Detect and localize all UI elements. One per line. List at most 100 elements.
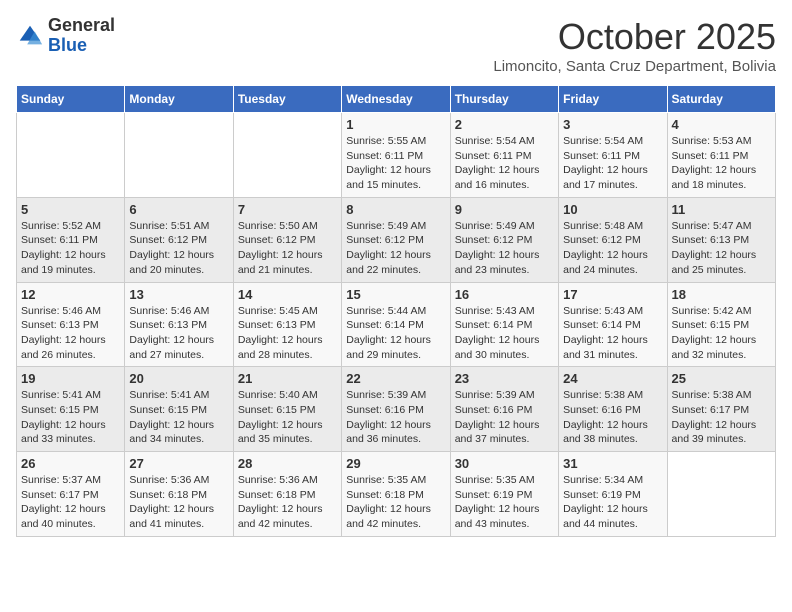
day-number: 27 (129, 456, 228, 471)
col-header-saturday: Saturday (667, 86, 775, 113)
calendar-header-row: SundayMondayTuesdayWednesdayThursdayFrid… (17, 86, 776, 113)
calendar-cell: 3Sunrise: 5:54 AM Sunset: 6:11 PM Daylig… (559, 113, 667, 198)
calendar-cell: 19 Sunrise: 5:41 AM Sunset: 6:15 PM Dayli… (17, 367, 125, 452)
col-header-thursday: Thursday (450, 86, 558, 113)
calendar-week-row: 5Sunrise: 5:52 AM Sunset: 6:11 PM Daylig… (17, 197, 776, 282)
day-number: 31 (563, 456, 662, 471)
calendar-cell: 5Sunrise: 5:52 AM Sunset: 6:11 PM Daylig… (17, 197, 125, 282)
logo-blue-text: Blue (48, 35, 87, 55)
calendar-cell: 31 Sunrise: 5:34 AM Sunset: 6:19 PM Dayli… (559, 452, 667, 537)
day-info: Sunrise: 5:34 AM Sunset: 6:19 PM Dayligh… (563, 473, 662, 532)
calendar-cell: 15 Sunrise: 5:44 AM Sunset: 6:14 PM Dayli… (342, 282, 450, 367)
calendar-cell: 7Sunrise: 5:50 AM Sunset: 6:12 PM Daylig… (233, 197, 341, 282)
day-number: 1 (346, 117, 445, 132)
day-number: 17 (563, 287, 662, 302)
day-number: 23 (455, 371, 554, 386)
calendar-cell: 11 Sunrise: 5:47 AM Sunset: 6:13 PM Dayli… (667, 197, 775, 282)
day-number: 5 (21, 202, 120, 217)
day-info: Sunrise: 5:53 AM Sunset: 6:11 PM Dayligh… (672, 134, 771, 193)
day-number: 24 (563, 371, 662, 386)
day-number: 30 (455, 456, 554, 471)
day-number: 20 (129, 371, 228, 386)
col-header-sunday: Sunday (17, 86, 125, 113)
calendar-cell: 30 Sunrise: 5:35 AM Sunset: 6:19 PM Dayli… (450, 452, 558, 537)
day-info: Sunrise: 5:45 AM Sunset: 6:13 PM Dayligh… (238, 304, 337, 363)
day-number: 9 (455, 202, 554, 217)
day-info: Sunrise: 5:35 AM Sunset: 6:19 PM Dayligh… (455, 473, 554, 532)
day-number: 11 (672, 202, 771, 217)
day-info: Sunrise: 5:46 AM Sunset: 6:13 PM Dayligh… (129, 304, 228, 363)
col-header-friday: Friday (559, 86, 667, 113)
day-number: 19 (21, 371, 120, 386)
calendar-cell: 9Sunrise: 5:49 AM Sunset: 6:12 PM Daylig… (450, 197, 558, 282)
calendar-week-row: 1 Sunrise: 5:55 AM Sunset: 6:11 PM Daylig… (17, 113, 776, 198)
day-info: Sunrise: 5:54 AM Sunset: 6:11 PM Dayligh… (455, 134, 554, 193)
day-info: Sunrise: 5:42 AM Sunset: 6:15 PM Dayligh… (672, 304, 771, 363)
title-area: October 2025 Limoncito, Santa Cruz Depar… (493, 16, 776, 75)
day-number: 4 (672, 117, 771, 132)
day-number: 13 (129, 287, 228, 302)
calendar-cell: 6 Sunrise: 5:51 AM Sunset: 6:12 PM Daylig… (125, 197, 233, 282)
day-number: 12 (21, 287, 120, 302)
day-number: 14 (238, 287, 337, 302)
calendar-cell (17, 113, 125, 198)
calendar-cell (125, 113, 233, 198)
calendar-week-row: 19 Sunrise: 5:41 AM Sunset: 6:15 PM Dayli… (17, 367, 776, 452)
calendar-cell: 17 Sunrise: 5:43 AM Sunset: 6:14 PM Dayli… (559, 282, 667, 367)
calendar-cell: 8 Sunrise: 5:49 AM Sunset: 6:12 PM Daylig… (342, 197, 450, 282)
day-info: Sunrise: 5:55 AM Sunset: 6:11 PM Dayligh… (346, 134, 445, 193)
day-number: 8 (346, 202, 445, 217)
day-info: Sunrise: 5:47 AM Sunset: 6:13 PM Dayligh… (672, 219, 771, 278)
calendar-cell: 14 Sunrise: 5:45 AM Sunset: 6:13 PM Dayli… (233, 282, 341, 367)
calendar-cell: 29Sunrise: 5:35 AM Sunset: 6:18 PM Dayli… (342, 452, 450, 537)
calendar-table: SundayMondayTuesdayWednesdayThursdayFrid… (16, 85, 776, 537)
day-info: Sunrise: 5:40 AM Sunset: 6:15 PM Dayligh… (238, 388, 337, 447)
calendar-cell: 13 Sunrise: 5:46 AM Sunset: 6:13 PM Dayli… (125, 282, 233, 367)
calendar-cell: 22 Sunrise: 5:39 AM Sunset: 6:16 PM Dayli… (342, 367, 450, 452)
location-subtitle: Limoncito, Santa Cruz Department, Bolivi… (493, 58, 776, 75)
day-info: Sunrise: 5:37 AM Sunset: 6:17 PM Dayligh… (21, 473, 120, 532)
day-info: Sunrise: 5:49 AM Sunset: 6:12 PM Dayligh… (346, 219, 445, 278)
calendar-cell: 20Sunrise: 5:41 AM Sunset: 6:15 PM Dayli… (125, 367, 233, 452)
calendar-cell: 28 Sunrise: 5:36 AM Sunset: 6:18 PM Dayli… (233, 452, 341, 537)
day-info: Sunrise: 5:50 AM Sunset: 6:12 PM Dayligh… (238, 219, 337, 278)
calendar-cell: 26 Sunrise: 5:37 AM Sunset: 6:17 PM Dayli… (17, 452, 125, 537)
calendar-cell: 21 Sunrise: 5:40 AM Sunset: 6:15 PM Dayli… (233, 367, 341, 452)
day-number: 28 (238, 456, 337, 471)
calendar-cell: 4 Sunrise: 5:53 AM Sunset: 6:11 PM Daylig… (667, 113, 775, 198)
day-info: Sunrise: 5:36 AM Sunset: 6:18 PM Dayligh… (129, 473, 228, 532)
day-number: 29 (346, 456, 445, 471)
day-info: Sunrise: 5:44 AM Sunset: 6:14 PM Dayligh… (346, 304, 445, 363)
day-info: Sunrise: 5:38 AM Sunset: 6:17 PM Dayligh… (672, 388, 771, 447)
day-number: 6 (129, 202, 228, 217)
day-number: 10 (563, 202, 662, 217)
page-header: General Blue October 2025 Limoncito, San… (16, 16, 776, 75)
logo: General Blue (16, 16, 115, 56)
calendar-week-row: 26 Sunrise: 5:37 AM Sunset: 6:17 PM Dayli… (17, 452, 776, 537)
col-header-tuesday: Tuesday (233, 86, 341, 113)
calendar-cell (667, 452, 775, 537)
day-number: 16 (455, 287, 554, 302)
day-info: Sunrise: 5:43 AM Sunset: 6:14 PM Dayligh… (563, 304, 662, 363)
day-info: Sunrise: 5:51 AM Sunset: 6:12 PM Dayligh… (129, 219, 228, 278)
day-number: 15 (346, 287, 445, 302)
day-info: Sunrise: 5:39 AM Sunset: 6:16 PM Dayligh… (346, 388, 445, 447)
day-number: 26 (21, 456, 120, 471)
calendar-cell: 18 Sunrise: 5:42 AM Sunset: 6:15 PM Dayli… (667, 282, 775, 367)
day-number: 21 (238, 371, 337, 386)
logo-general-text: General (48, 15, 115, 35)
calendar-cell: 23 Sunrise: 5:39 AM Sunset: 6:16 PM Dayli… (450, 367, 558, 452)
day-info: Sunrise: 5:46 AM Sunset: 6:13 PM Dayligh… (21, 304, 120, 363)
calendar-cell: 24 Sunrise: 5:38 AM Sunset: 6:16 PM Dayli… (559, 367, 667, 452)
day-number: 22 (346, 371, 445, 386)
calendar-week-row: 12 Sunrise: 5:46 AM Sunset: 6:13 PM Dayli… (17, 282, 776, 367)
month-title: October 2025 (493, 16, 776, 58)
col-header-monday: Monday (125, 86, 233, 113)
day-info: Sunrise: 5:39 AM Sunset: 6:16 PM Dayligh… (455, 388, 554, 447)
day-info: Sunrise: 5:41 AM Sunset: 6:15 PM Dayligh… (21, 388, 120, 447)
calendar-cell: 12 Sunrise: 5:46 AM Sunset: 6:13 PM Dayli… (17, 282, 125, 367)
day-info: Sunrise: 5:38 AM Sunset: 6:16 PM Dayligh… (563, 388, 662, 447)
calendar-cell (233, 113, 341, 198)
day-number: 18 (672, 287, 771, 302)
day-info: Sunrise: 5:36 AM Sunset: 6:18 PM Dayligh… (238, 473, 337, 532)
